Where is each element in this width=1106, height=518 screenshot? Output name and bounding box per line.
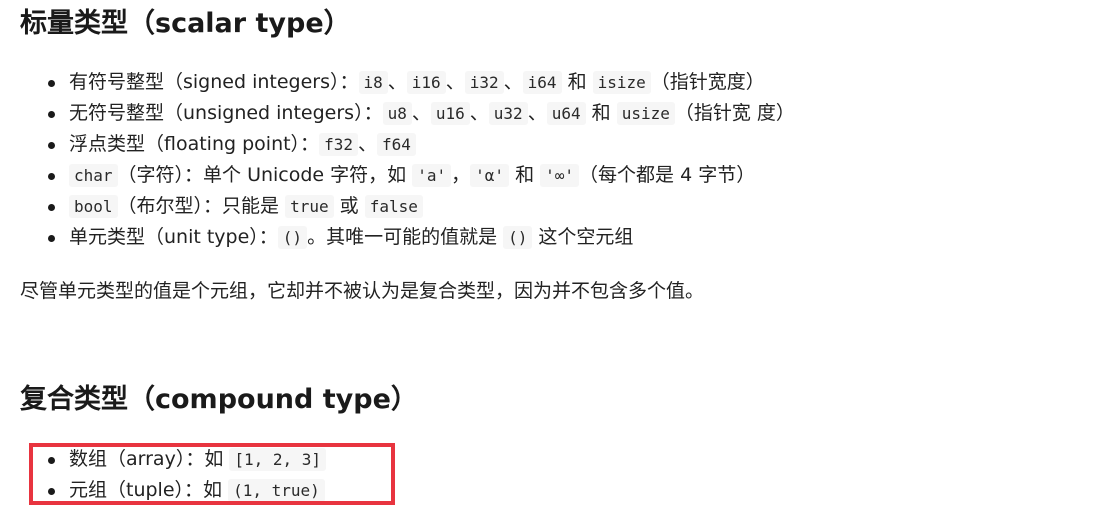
separator: 、 — [387, 71, 407, 93]
list-item-unit-type: 单元类型（unit type）：() 。其唯一可能的值就是 () 这个空元组 — [0, 222, 795, 253]
separator: 。其唯一可能的值就是 — [307, 226, 504, 248]
list-item-char: char （字符）：单个 Unicode 字符，如 'a'，'α' 和 '∞' （每… — [0, 160, 795, 191]
code-i64: i64 — [522, 71, 562, 94]
code-isize: isize — [592, 71, 651, 94]
item-tail: （指针宽 度） — [674, 102, 795, 124]
code-unit: () — [277, 226, 308, 249]
separator: 、 — [503, 71, 523, 93]
separator: 或 — [333, 195, 365, 217]
code-f32: f32 — [319, 133, 358, 156]
item-label: 数组（array）：如 — [69, 448, 230, 470]
code-array-example: [1, 2, 3] — [229, 448, 327, 471]
heading-compound-type: 复合类型（compound type） — [20, 384, 418, 415]
list-item-floating-point: 浮点类型（floating point）： f32、 f64 — [0, 129, 795, 160]
item-label: （布尔型）：只能是 — [117, 195, 286, 217]
document-page: 标量类型（scalar type） 有符号整型（signed integers）… — [0, 0, 1106, 518]
item-tail: （每个都是 4 字节） — [579, 164, 756, 186]
code-char-alpha: 'α' — [470, 164, 510, 187]
code-char-infinity: '∞' — [540, 164, 580, 187]
code-true: true — [285, 195, 334, 218]
code-u32: u32 — [488, 102, 528, 125]
separator: 、 — [411, 102, 431, 124]
code-u64: u64 — [546, 102, 586, 125]
list-item-array: 数组（array）：如 [1, 2, 3] — [0, 444, 327, 475]
code-i8: i8 — [358, 71, 388, 94]
code-false: false — [364, 195, 423, 218]
code-usize: usize — [616, 102, 675, 125]
separator: 、 — [527, 102, 547, 124]
item-tail: （指针宽度） — [650, 71, 765, 93]
code-u16: u16 — [430, 102, 470, 125]
code-bool: bool — [69, 195, 118, 218]
code-char: char — [69, 164, 118, 187]
item-label: （字符）：单个 Unicode 字符，如 — [117, 164, 413, 186]
item-label: 无符号整型（unsigned integers）： — [69, 102, 383, 124]
compound-type-list: 数组（array）：如 [1, 2, 3] 元组（tuple）：如 (1, tr… — [0, 444, 327, 506]
list-item-unsigned-integers: 无符号整型（unsigned integers）： u8、 u16、 u32、 u64 … — [0, 98, 795, 129]
item-tail: 这个空元组 — [532, 226, 634, 248]
scalar-type-list: 有符号整型（signed integers）： i8、 i16、 i32、 i64 和 … — [0, 67, 795, 253]
code-tuple-example: (1, true) — [228, 479, 325, 502]
list-item-bool: bool （布尔型）：只能是 true 或 false — [0, 191, 795, 222]
heading-scalar-type: 标量类型（scalar type） — [20, 8, 351, 39]
code-char-a: 'a' — [412, 164, 452, 187]
separator: ， — [451, 164, 471, 186]
item-label: 单元类型（unit type）： — [69, 226, 278, 248]
separator: 、 — [357, 133, 377, 155]
code-u8: u8 — [382, 102, 412, 125]
list-item-signed-integers: 有符号整型（signed integers）： i8、 i16、 i32、 i64 和 … — [0, 67, 795, 98]
code-i32: i32 — [464, 71, 504, 94]
item-label: 有符号整型（signed integers）： — [69, 71, 359, 93]
code-unit-2: () — [503, 226, 533, 249]
unit-type-note: 尽管单元类型的值是个元组，它却并不被认为是复合类型，因为并不包含多个值。 — [20, 280, 705, 302]
separator: 和 — [509, 164, 541, 186]
code-i16: i16 — [406, 71, 446, 94]
item-label: 元组（tuple）：如 — [69, 479, 229, 501]
item-label: 浮点类型（floating point）： — [69, 133, 320, 155]
separator: 和 — [585, 102, 617, 124]
separator: 和 — [561, 71, 593, 93]
code-f64: f64 — [376, 133, 416, 156]
separator: 、 — [445, 71, 465, 93]
list-item-tuple: 元组（tuple）：如 (1, true) — [0, 475, 326, 506]
separator: 、 — [469, 102, 489, 124]
